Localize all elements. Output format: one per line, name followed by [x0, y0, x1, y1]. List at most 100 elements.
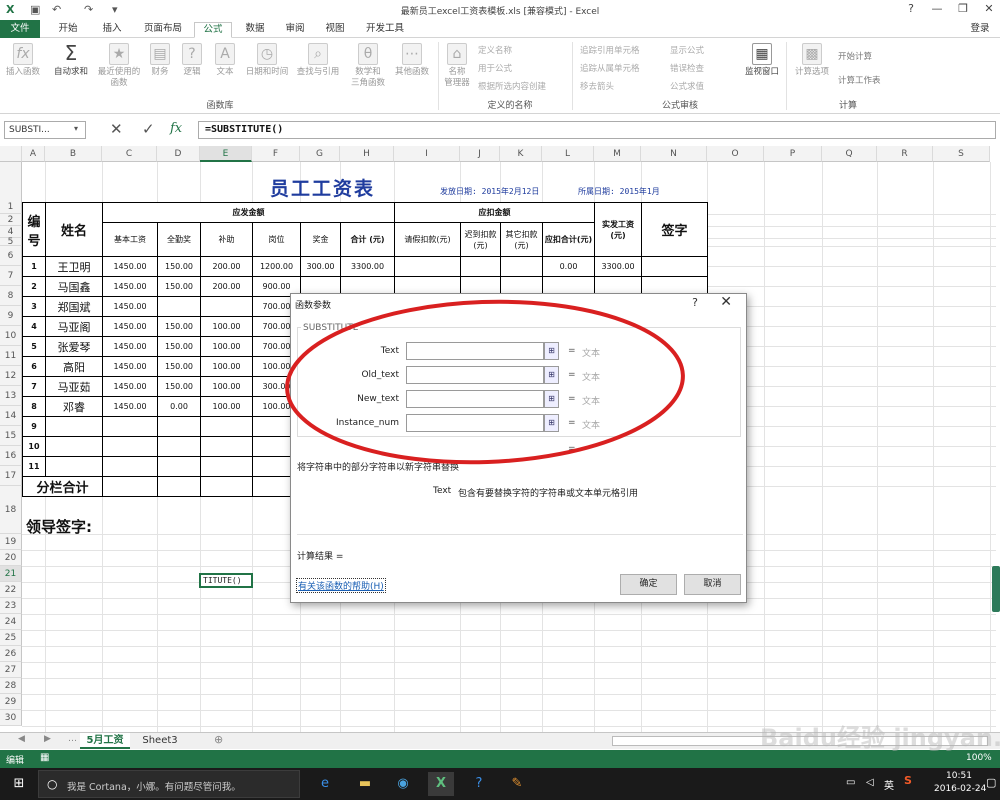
row-header[interactable]: 17	[0, 466, 22, 486]
base-salary[interactable]: 1450.00	[102, 396, 158, 417]
calc-sheet-button[interactable]: 计算工作表	[838, 74, 881, 86]
row-header[interactable]: 5	[0, 238, 22, 247]
subtotal-cell[interactable]	[157, 476, 201, 497]
tab-review[interactable]: 审阅	[278, 22, 312, 38]
row-header[interactable]: 1	[0, 162, 22, 214]
ime-s-icon[interactable]: S	[904, 774, 912, 787]
employee-name[interactable]	[45, 456, 103, 477]
trace-precedents-button[interactable]: 追踪引用单元格	[580, 44, 640, 56]
row-header[interactable]: 11	[0, 346, 22, 366]
tab-formulas[interactable]: 公式	[194, 22, 232, 38]
close-icon[interactable]: ✕	[976, 2, 1000, 18]
network-icon[interactable]: ▭	[846, 777, 855, 788]
employee-number[interactable]: 3	[22, 296, 46, 317]
attendance-bonus[interactable]: 150.00	[157, 376, 201, 397]
excel-taskbar-icon[interactable]: X	[428, 772, 454, 796]
row-header[interactable]: 20	[0, 550, 22, 566]
employee-name[interactable]: 王卫明	[45, 256, 103, 277]
notification-icon[interactable]: ▢	[986, 776, 996, 789]
signature-cell[interactable]	[641, 256, 708, 277]
volume-icon[interactable]: ◁	[866, 777, 874, 788]
base-salary[interactable]: 1450.00	[102, 336, 158, 357]
row-header[interactable]: 21	[0, 566, 22, 582]
macro-record-icon[interactable]: ▦	[40, 752, 49, 763]
sheet-tab-may[interactable]: 5月工资	[80, 733, 130, 749]
login-link[interactable]: 登录	[962, 22, 998, 38]
row-header[interactable]: 15	[0, 426, 22, 446]
allowance[interactable]: 100.00	[200, 396, 253, 417]
watch-window-button[interactable]: ▦ 监视窗口	[740, 43, 784, 78]
row-header[interactable]: 25	[0, 630, 22, 646]
employee-name[interactable]: 张爱琴	[45, 336, 103, 357]
row-header[interactable]: 13	[0, 386, 22, 406]
attendance-bonus[interactable]	[157, 456, 201, 477]
employee-number[interactable]: 6	[22, 356, 46, 377]
column-header[interactable]: H	[340, 146, 394, 162]
tab-view[interactable]: 视图	[318, 22, 352, 38]
side-scroll-widget[interactable]	[992, 566, 1000, 612]
allowance[interactable]: 200.00	[200, 276, 253, 297]
base-salary[interactable]: 1450.00	[102, 376, 158, 397]
attendance-bonus[interactable]	[157, 416, 201, 437]
employee-name[interactable]: 马亚茹	[45, 376, 103, 397]
attendance-bonus[interactable]: 150.00	[157, 316, 201, 337]
leave-deduction[interactable]	[394, 256, 461, 277]
header-number[interactable]: 编号	[22, 202, 46, 257]
restore-icon[interactable]: ❐	[950, 2, 976, 18]
remove-arrows-button[interactable]: 移去箭头	[580, 80, 614, 92]
row-header[interactable]: 29	[0, 694, 22, 710]
subheader-cell[interactable]: 奖金	[300, 222, 341, 257]
attendance-bonus[interactable]: 0.00	[157, 396, 201, 417]
attendance-bonus[interactable]: 150.00	[157, 336, 201, 357]
allowance[interactable]: 100.00	[200, 316, 253, 337]
select-all-corner[interactable]	[0, 146, 22, 162]
tab-developer[interactable]: 开发工具	[360, 22, 410, 38]
new-sheet-icon[interactable]: ⊕	[214, 733, 223, 746]
row-header[interactable]: 12	[0, 366, 22, 386]
row-header[interactable]: 19	[0, 534, 22, 550]
paint-icon[interactable]: ✎	[504, 772, 530, 796]
ok-button[interactable]: 确定	[620, 574, 677, 595]
column-header[interactable]: G	[300, 146, 340, 162]
other-deduction[interactable]	[500, 256, 543, 277]
windows-start-icon[interactable]: ⊞	[6, 772, 32, 796]
subheader-cell[interactable]: 迟到扣款(元)	[460, 222, 501, 257]
row-header[interactable]: 27	[0, 662, 22, 678]
allowance[interactable]	[200, 296, 253, 317]
subheader-cell[interactable]: 合计 (元)	[340, 222, 395, 257]
row-header[interactable]: 7	[0, 266, 22, 286]
allowance[interactable]	[200, 456, 253, 477]
base-salary[interactable]: 1450.00	[102, 256, 158, 277]
column-header[interactable]: J	[460, 146, 500, 162]
row-header[interactable]: 23	[0, 598, 22, 614]
column-header[interactable]: D	[157, 146, 200, 162]
cortana-search-box[interactable]: ○ 我是 Cortana，小娜。有问题尽管问我。	[38, 770, 300, 798]
evaluate-formula-button[interactable]: 公式求值	[670, 80, 704, 92]
base-salary[interactable]: 1450.00	[102, 356, 158, 377]
tab-data[interactable]: 数据	[238, 22, 272, 38]
subheader-cell[interactable]: 补助	[200, 222, 253, 257]
ime-lang[interactable]: 英	[884, 777, 894, 792]
show-formulas-button[interactable]: 显示公式	[670, 44, 704, 56]
row-header[interactable]: 22	[0, 582, 22, 598]
employee-name[interactable]: 马国鑫	[45, 276, 103, 297]
column-header[interactable]: P	[764, 146, 822, 162]
trace-dependents-button[interactable]: 追踪从属单元格	[580, 62, 640, 74]
column-header[interactable]: Q	[822, 146, 877, 162]
column-header[interactable]: E	[200, 146, 252, 162]
net-pay[interactable]: 3300.00	[594, 256, 642, 277]
row-header[interactable]: 2	[0, 214, 22, 226]
column-header[interactable]: A	[22, 146, 45, 162]
header-payable[interactable]: 应发金额	[102, 202, 395, 223]
employee-name[interactable]	[45, 416, 103, 437]
deduction-total[interactable]: 0.00	[542, 256, 595, 277]
employee-name[interactable]: 马亚阁	[45, 316, 103, 337]
use-in-formula-button[interactable]: 用于公式	[478, 62, 512, 74]
create-from-selection-button[interactable]: 根据所选内容创建	[478, 80, 546, 92]
subtotal-cell[interactable]	[200, 476, 253, 497]
base-salary[interactable]: 1450.00	[102, 296, 158, 317]
employee-number[interactable]: 7	[22, 376, 46, 397]
employee-name[interactable]: 邓睿	[45, 396, 103, 417]
attendance-bonus[interactable]: 150.00	[157, 356, 201, 377]
employee-number[interactable]: 2	[22, 276, 46, 297]
